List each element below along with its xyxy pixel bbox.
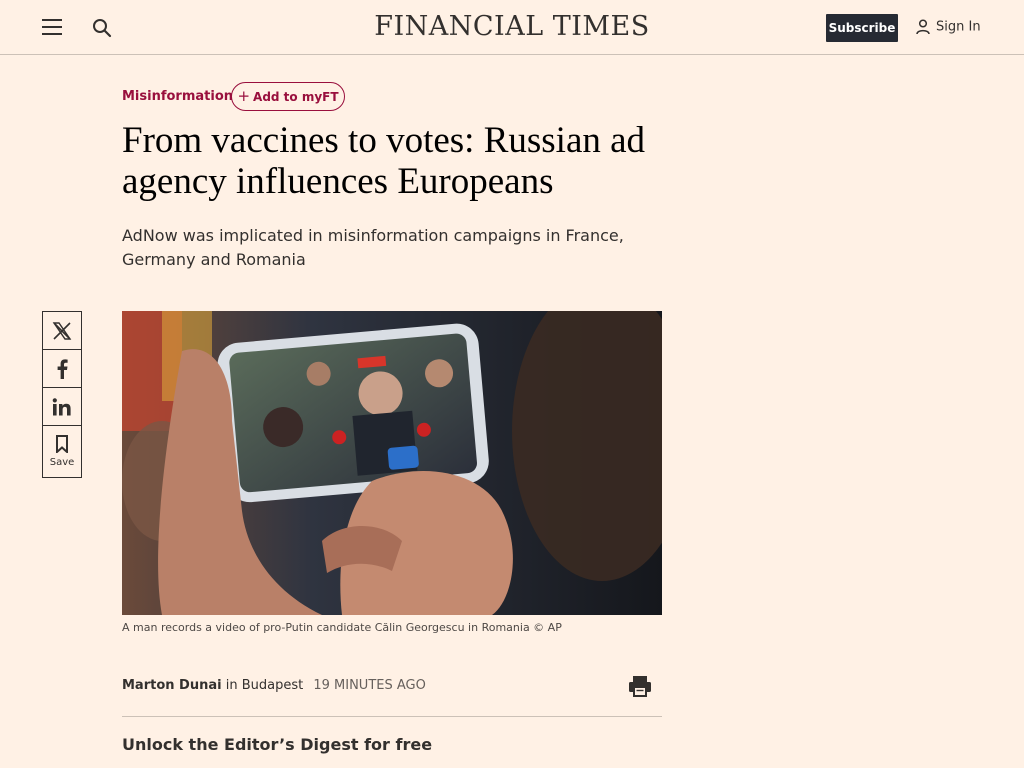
linkedin-icon [52,397,71,415]
article-headline: From vaccines to votes: Russian ad agenc… [122,120,646,202]
plus-icon: + [237,87,251,105]
topic-tag[interactable]: Misinformation [122,89,233,104]
subscribe-button[interactable]: Subscribe [826,14,898,42]
save-button[interactable]: Save [42,425,82,478]
byline: Marton Dunai in Budapest 19 MINUTES AGO [122,678,426,693]
print-icon[interactable] [628,675,652,697]
article-hero-image [122,311,662,615]
author-link[interactable]: Marton Dunai [122,678,222,693]
add-to-myft-button[interactable]: + Add to myFT [231,82,345,111]
sign-in-label: Sign In [936,19,981,35]
location: Budapest [241,678,304,693]
user-icon [916,19,930,35]
timestamp: 19 MINUTES AGO [313,678,426,693]
add-to-myft-label: Add to myFT [253,90,339,104]
x-icon [52,321,72,340]
facebook-icon [57,358,68,379]
share-linkedin-button[interactable] [42,387,82,426]
bookmark-icon [56,435,68,453]
location-prefix: in [225,678,238,693]
save-label: Save [49,457,75,468]
sign-in-link[interactable]: Sign In [916,19,981,39]
image-caption: A man records a video of pro-Putin candi… [122,621,562,634]
editors-digest-heading: Unlock the Editor’s Digest for free [122,735,433,754]
article-standfirst: AdNow was implicated in misinformation c… [122,226,624,269]
share-x-button[interactable] [42,311,82,350]
share-facebook-button[interactable] [42,349,82,388]
site-header: FINANCIAL TIMES Subscribe Sign In [0,0,1024,55]
divider [122,716,662,717]
share-toolbar: Save [42,311,82,478]
